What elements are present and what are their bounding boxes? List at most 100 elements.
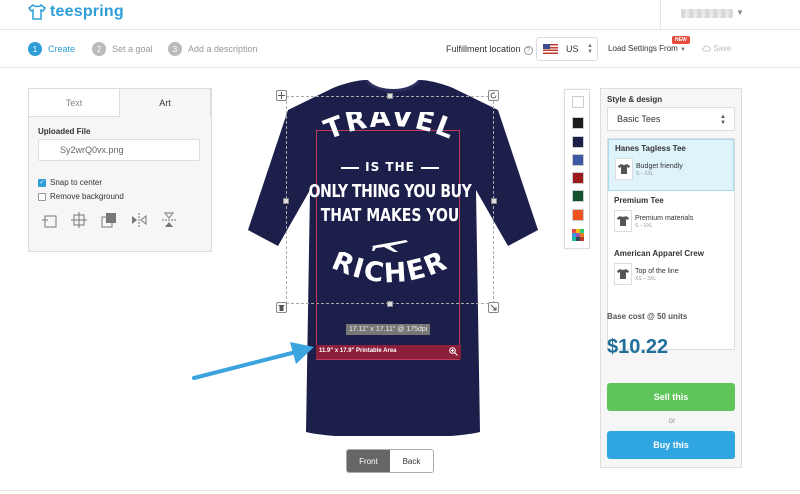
product-sizes: S – 5XL bbox=[635, 222, 653, 229]
swatch-orange[interactable] bbox=[572, 209, 584, 221]
tshirt-thumbnail-icon bbox=[614, 210, 632, 232]
product-american-apparel[interactable]: American Apparel Crew Top of the line XS… bbox=[608, 245, 734, 297]
save-label: Save bbox=[713, 44, 732, 53]
tshirt-thumbnail-icon bbox=[614, 263, 632, 285]
color-swatches bbox=[564, 89, 590, 249]
user-name-blurred bbox=[681, 9, 733, 18]
resize-handle-icon[interactable] bbox=[488, 302, 499, 313]
base-cost-price: $10.22 bbox=[607, 336, 669, 358]
art-line-richer: RICHER bbox=[327, 252, 450, 289]
new-badge: NEW bbox=[672, 36, 690, 44]
cloud-upload-icon bbox=[702, 45, 711, 52]
teespring-logo[interactable]: teespring bbox=[28, 3, 124, 21]
fulfillment-location-label: Fulfillment location? bbox=[446, 44, 533, 55]
sell-this-button[interactable]: Sell this bbox=[607, 383, 735, 411]
swatch-red[interactable] bbox=[572, 172, 584, 184]
country-value: US bbox=[566, 44, 579, 54]
front-back-toggle: Front Back bbox=[346, 449, 434, 473]
step-add-description[interactable]: 3 Add a description bbox=[168, 42, 258, 56]
art-line-that-makes-you: THAT MAKES YOU bbox=[320, 206, 460, 226]
load-settings-label: Load Settings From bbox=[608, 44, 678, 53]
snap-to-center-checkbox[interactable]: ✓ Snap to center bbox=[38, 178, 102, 187]
question-icon[interactable]: ? bbox=[523, 46, 533, 55]
svg-text:TRAVEL: TRAVEL bbox=[320, 112, 460, 146]
art-line-is-the: IS THE bbox=[286, 160, 494, 174]
center-horizontal-icon[interactable] bbox=[38, 209, 60, 231]
product-name: Hanes Tagless Tee bbox=[615, 144, 686, 153]
printable-area-label: 11.9" x 17.9" Printable Area bbox=[319, 348, 397, 354]
swatch-white[interactable] bbox=[572, 96, 584, 108]
art-tools bbox=[38, 209, 180, 231]
tab-art[interactable]: Art bbox=[120, 89, 211, 117]
remove-background-label: Remove background bbox=[50, 192, 124, 201]
product-name: Premium Tee bbox=[614, 196, 664, 205]
select-arrows-icon: ▲ ▼ bbox=[720, 114, 726, 126]
annotation-arrow bbox=[192, 342, 314, 380]
step-set-goal[interactable]: 2 Set a goal bbox=[92, 42, 153, 56]
product-premium-tee[interactable]: Premium Tee Premium materials S – 5XL bbox=[608, 192, 734, 244]
load-settings-dropdown[interactable]: Load Settings From ▼ bbox=[608, 44, 686, 53]
product-hanes-tagless[interactable]: Hanes Tagless Tee Budget friendly S – 5X… bbox=[608, 139, 734, 191]
uploaded-file-field[interactable]: Sy2wrQ0vx.png bbox=[38, 139, 200, 161]
step-create[interactable]: 1 Create bbox=[28, 42, 75, 56]
art-travel-arc: TRAVEL bbox=[320, 112, 460, 146]
send-to-back-icon[interactable] bbox=[98, 209, 120, 231]
rotate-handle-icon[interactable] bbox=[488, 90, 499, 101]
buy-this-button[interactable]: Buy this bbox=[607, 431, 735, 459]
chevron-down-icon: ▼ bbox=[680, 47, 686, 53]
delete-handle-icon[interactable] bbox=[276, 302, 287, 313]
swatch-black[interactable] bbox=[572, 117, 584, 129]
center-both-icon[interactable] bbox=[68, 209, 90, 231]
snap-to-center-label: Snap to center bbox=[50, 178, 103, 187]
swatch-forest-green[interactable] bbox=[572, 190, 584, 202]
remove-background-checkbox[interactable]: Remove background bbox=[38, 192, 124, 201]
back-view-button[interactable]: Back bbox=[390, 450, 433, 472]
zoom-in-icon[interactable] bbox=[449, 347, 458, 356]
country-select[interactable]: US ▲ ▼ bbox=[536, 37, 598, 61]
step-number: 1 bbox=[28, 42, 42, 56]
footer-divider bbox=[0, 490, 800, 491]
svg-text:RICHER: RICHER bbox=[327, 252, 452, 289]
art-is-the-text: IS THE bbox=[365, 160, 415, 174]
step-bar: 1 Create 2 Set a goal 3 Add a descriptio… bbox=[0, 30, 800, 68]
step-number: 2 bbox=[92, 42, 106, 56]
base-cost-label: Base cost @ 50 units bbox=[607, 312, 688, 321]
product-type-value: Basic Tees bbox=[617, 114, 661, 124]
fulfillment-text: Fulfillment location bbox=[446, 44, 521, 54]
printable-area-bar: 11.9" x 17.9" Printable Area bbox=[316, 345, 461, 359]
swatch-royal-blue[interactable] bbox=[572, 154, 584, 166]
user-menu[interactable]: ▼ bbox=[660, 0, 800, 30]
style-panel: Style & design Basic Tees ▲ ▼ Hanes Tagle… bbox=[600, 88, 742, 468]
product-desc: Premium materials bbox=[635, 214, 694, 222]
front-view-button[interactable]: Front bbox=[347, 450, 390, 472]
product-desc: Top of the line bbox=[635, 267, 679, 275]
uploaded-file-label: Uploaded File bbox=[38, 127, 91, 136]
step-label: Create bbox=[48, 44, 76, 54]
step-number: 3 bbox=[168, 42, 182, 56]
checkbox-checked-icon: ✓ bbox=[38, 178, 46, 187]
step-label: Set a goal bbox=[112, 44, 153, 54]
product-name: American Apparel Crew bbox=[614, 249, 704, 258]
save-button[interactable]: Save bbox=[702, 44, 731, 53]
checkbox-empty-icon bbox=[38, 192, 46, 201]
flip-horizontal-icon[interactable] bbox=[128, 209, 150, 231]
product-sizes: XS – 3XL bbox=[635, 275, 657, 282]
or-divider: or bbox=[668, 416, 676, 425]
art-line-travel: TRAVEL bbox=[320, 112, 458, 146]
chevron-down-icon: ▼ bbox=[736, 8, 744, 17]
art-dimensions-tag: 17.11" x 17.11" @ 175dpi bbox=[346, 324, 431, 335]
art-line-only-thing: ONLY THING YOU BUY bbox=[308, 182, 472, 202]
art-richer-arc: RICHER bbox=[327, 252, 452, 289]
select-arrows-icon: ▲ ▼ bbox=[587, 43, 593, 55]
art-panel: Text Art Uploaded File Sy2wrQ0vx.png ✓ S… bbox=[28, 88, 212, 252]
top-edge-handle[interactable] bbox=[387, 93, 393, 99]
more-colors-icon[interactable] bbox=[572, 228, 584, 241]
product-sizes: S – 5XL bbox=[636, 170, 654, 177]
bottom-edge-handle[interactable] bbox=[387, 301, 393, 307]
move-handle-icon[interactable] bbox=[276, 90, 287, 101]
step-label: Add a description bbox=[188, 44, 258, 54]
product-type-select[interactable]: Basic Tees ▲ ▼ bbox=[607, 107, 735, 131]
tab-text[interactable]: Text bbox=[29, 89, 120, 117]
swatch-navy[interactable] bbox=[572, 136, 584, 148]
flip-vertical-icon[interactable] bbox=[158, 209, 180, 231]
